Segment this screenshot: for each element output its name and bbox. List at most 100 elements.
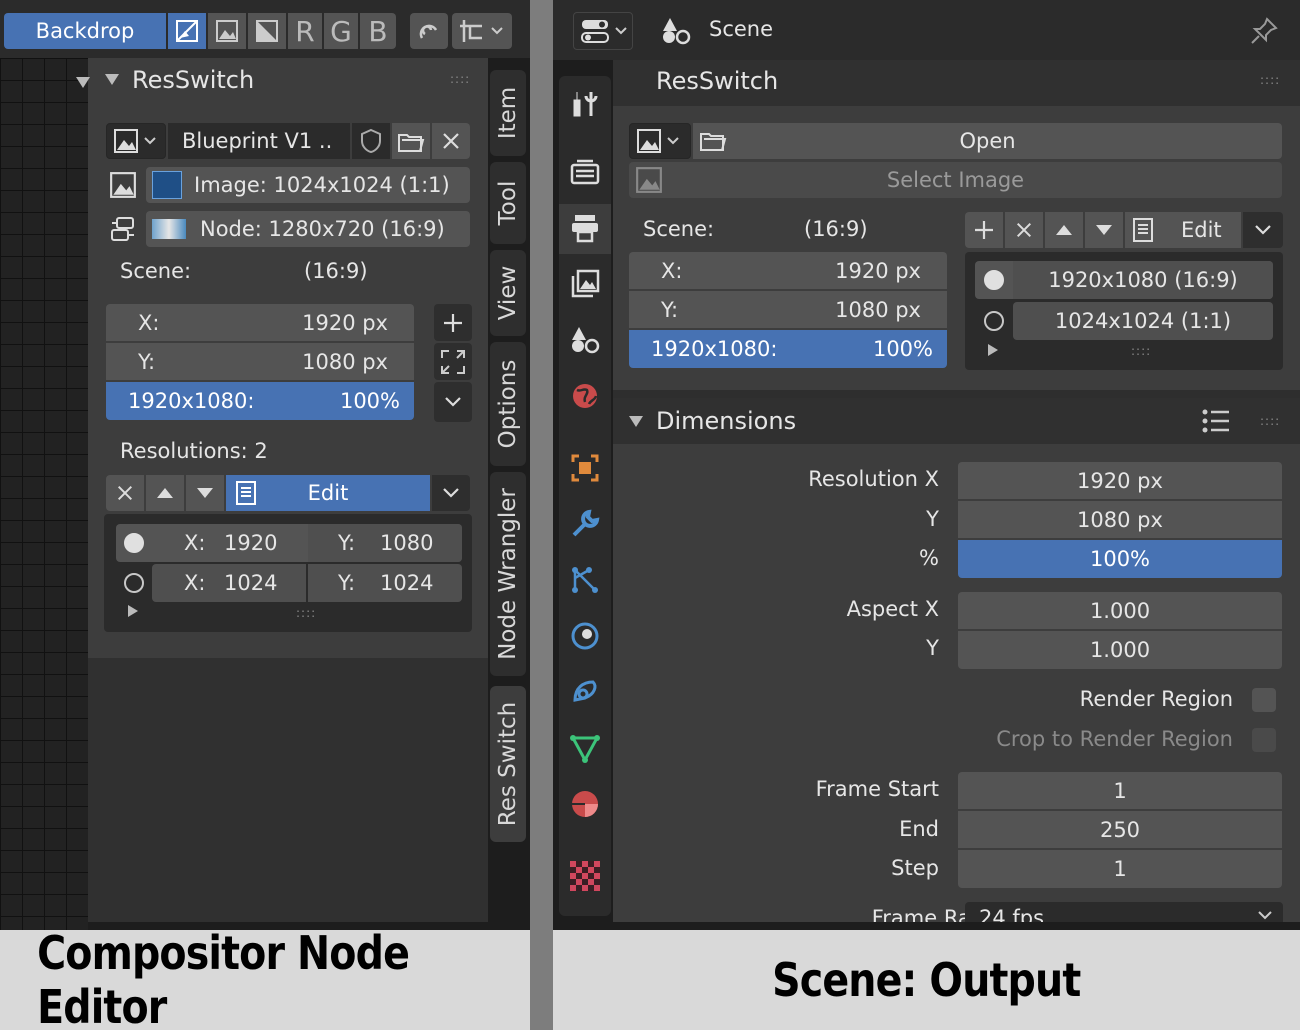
open-folder-icon[interactable] <box>392 123 430 159</box>
dimensions-drag-handle-icon[interactable]: :::: <box>1260 414 1280 428</box>
list-item-2-y[interactable]: Y: 1024 <box>308 564 462 602</box>
list-item-radio-2[interactable] <box>124 573 144 593</box>
move-down-icon[interactable] <box>1085 212 1123 248</box>
aspect-y-field[interactable]: 1.000 <box>958 631 1282 669</box>
list-item-radio-1[interactable] <box>124 533 144 553</box>
preset-radio-1[interactable] <box>984 270 1004 290</box>
node-grid-backdrop[interactable] <box>0 58 88 930</box>
list-item-2-x[interactable]: X: 1024 <box>152 564 306 602</box>
preset-item-2[interactable]: 1024x1024 (1:1) <box>1013 302 1273 340</box>
edit-button[interactable]: Edit <box>1125 212 1241 248</box>
aspect-x-field[interactable]: 1.000 <box>958 592 1282 629</box>
crop-region-checkbox[interactable] <box>1252 728 1276 752</box>
fullscreen-icon[interactable] <box>434 343 472 380</box>
scene-percentage-slider[interactable]: 1920x1080: 100% <box>106 382 414 420</box>
resolution-y-field[interactable]: 1080 px <box>958 501 1282 538</box>
material-icon[interactable] <box>565 784 605 824</box>
presets-list-icon[interactable] <box>1199 404 1233 438</box>
list-item-1-x[interactable]: X: 1920 <box>152 524 306 562</box>
list-item-1-y[interactable]: Y: 1080 <box>308 524 462 562</box>
fake-user-shield-icon[interactable] <box>352 123 390 159</box>
render-icon[interactable] <box>565 152 605 192</box>
move-up-icon[interactable] <box>146 475 184 511</box>
node-info-button[interactable]: Node: 1280x720 (16:9) <box>146 211 470 247</box>
view-layer-icon[interactable] <box>565 264 605 304</box>
backdrop-alpha-icon[interactable] <box>168 13 206 49</box>
list-resize-handle-icon[interactable]: :::: <box>1131 344 1151 358</box>
unlink-image-close-icon[interactable] <box>432 123 470 159</box>
scene-tab-icon[interactable] <box>565 320 605 360</box>
remove-preset-close-icon[interactable] <box>1005 212 1043 248</box>
render-region-checkbox[interactable] <box>1252 688 1276 712</box>
scene-x-field[interactable]: X: 1920 px <box>629 252 947 289</box>
modifier-wrench-icon[interactable] <box>565 504 605 544</box>
drag-handle-icon[interactable]: :::: <box>450 72 470 86</box>
preset-item-1[interactable]: 1920x1080 (16:9) <box>1013 261 1273 299</box>
scene-y-field[interactable]: Y: 1080 px <box>106 343 414 380</box>
physics-icon[interactable] <box>565 616 605 656</box>
list-item-1-x-label: X: <box>184 531 206 555</box>
output-icon[interactable] <box>565 208 605 248</box>
preset-radio-2[interactable] <box>984 311 1004 331</box>
list-expand-icon[interactable] <box>128 605 138 617</box>
tab-node-wrangler[interactable]: Node Wrangler <box>490 472 526 676</box>
select-image-button[interactable]: Select Image <box>629 162 1282 198</box>
open-image-button[interactable]: Open <box>693 123 1282 159</box>
frame-step-field[interactable]: 1 <box>958 850 1282 888</box>
tab-options[interactable]: Options <box>490 342 526 466</box>
data-mesh-icon[interactable] <box>565 728 605 768</box>
tab-item[interactable]: Item <box>490 70 526 156</box>
particles-icon[interactable] <box>565 560 605 600</box>
list-expand-icon[interactable] <box>988 344 998 356</box>
tab-view[interactable]: View <box>490 250 526 336</box>
move-up-icon[interactable] <box>1045 212 1083 248</box>
tool-icon[interactable] <box>565 84 605 124</box>
image-name-field[interactable]: Blueprint V1 .. <box>168 123 350 159</box>
dimensions-collapse-icon[interactable] <box>629 416 643 427</box>
add-resolution-plus-icon[interactable] <box>434 304 472 341</box>
tab-res-switch[interactable]: Res Switch <box>490 686 526 842</box>
channel-g-button[interactable]: G <box>324 13 358 49</box>
edit-chevron-down-icon[interactable] <box>432 475 470 511</box>
backdrop-button[interactable]: Backdrop <box>4 13 166 49</box>
image-info-button[interactable]: Image: 1024x1024 (1:1) <box>146 167 470 203</box>
dimensions-title[interactable]: Dimensions <box>656 407 796 435</box>
frame-end-field[interactable]: 250 <box>958 811 1282 848</box>
panel-collapse-icon[interactable] <box>105 74 119 85</box>
image-browse-dropdown[interactable] <box>629 123 691 159</box>
pin-icon[interactable] <box>1247 14 1281 48</box>
drag-handle-icon[interactable]: :::: <box>1260 73 1280 87</box>
remove-resolution-close-icon[interactable] <box>106 475 144 511</box>
frame-start-field[interactable]: 1 <box>958 772 1282 809</box>
channel-b-button[interactable]: B <box>360 13 396 49</box>
constraints-icon[interactable] <box>565 672 605 712</box>
aspect-x-label: Aspect X <box>846 597 939 621</box>
image-icon[interactable] <box>208 13 246 49</box>
panel-collapse-icon[interactable] <box>76 77 90 88</box>
scene-label: Scene: <box>120 259 192 283</box>
scene-percentage-slider[interactable]: 1920x1080: 100% <box>629 330 947 368</box>
object-icon[interactable] <box>565 448 605 488</box>
edit-chevron-down-icon[interactable] <box>1243 212 1283 248</box>
frame-rate-dropdown[interactable]: 24 fps <box>965 902 1283 922</box>
add-preset-plus-icon[interactable] <box>965 212 1003 248</box>
panel-title[interactable]: ResSwitch <box>132 66 254 94</box>
texture-checker-icon[interactable] <box>565 856 605 896</box>
editor-type-dropdown[interactable] <box>573 12 633 50</box>
list-resize-handle-icon[interactable]: :::: <box>296 606 316 620</box>
edit-button[interactable]: Edit <box>226 475 430 511</box>
resolution-pct-slider[interactable]: 100% <box>958 540 1282 578</box>
channel-r-button[interactable]: R <box>288 13 322 49</box>
options-chevron-down-icon[interactable] <box>434 382 472 422</box>
alpha-icon[interactable] <box>248 13 286 49</box>
tab-tool[interactable]: Tool <box>490 162 526 244</box>
scene-x-field[interactable]: X: 1920 px <box>106 304 414 341</box>
panel-title[interactable]: ResSwitch <box>656 67 778 95</box>
resolution-x-field[interactable]: 1920 px <box>958 462 1282 499</box>
world-icon[interactable] <box>565 376 605 416</box>
gizmo-dropdown-icon[interactable] <box>452 13 512 49</box>
snap-icon[interactable] <box>410 13 448 49</box>
move-down-icon[interactable] <box>186 475 224 511</box>
scene-y-field[interactable]: Y: 1080 px <box>629 291 947 328</box>
image-browse-dropdown[interactable] <box>106 123 166 159</box>
